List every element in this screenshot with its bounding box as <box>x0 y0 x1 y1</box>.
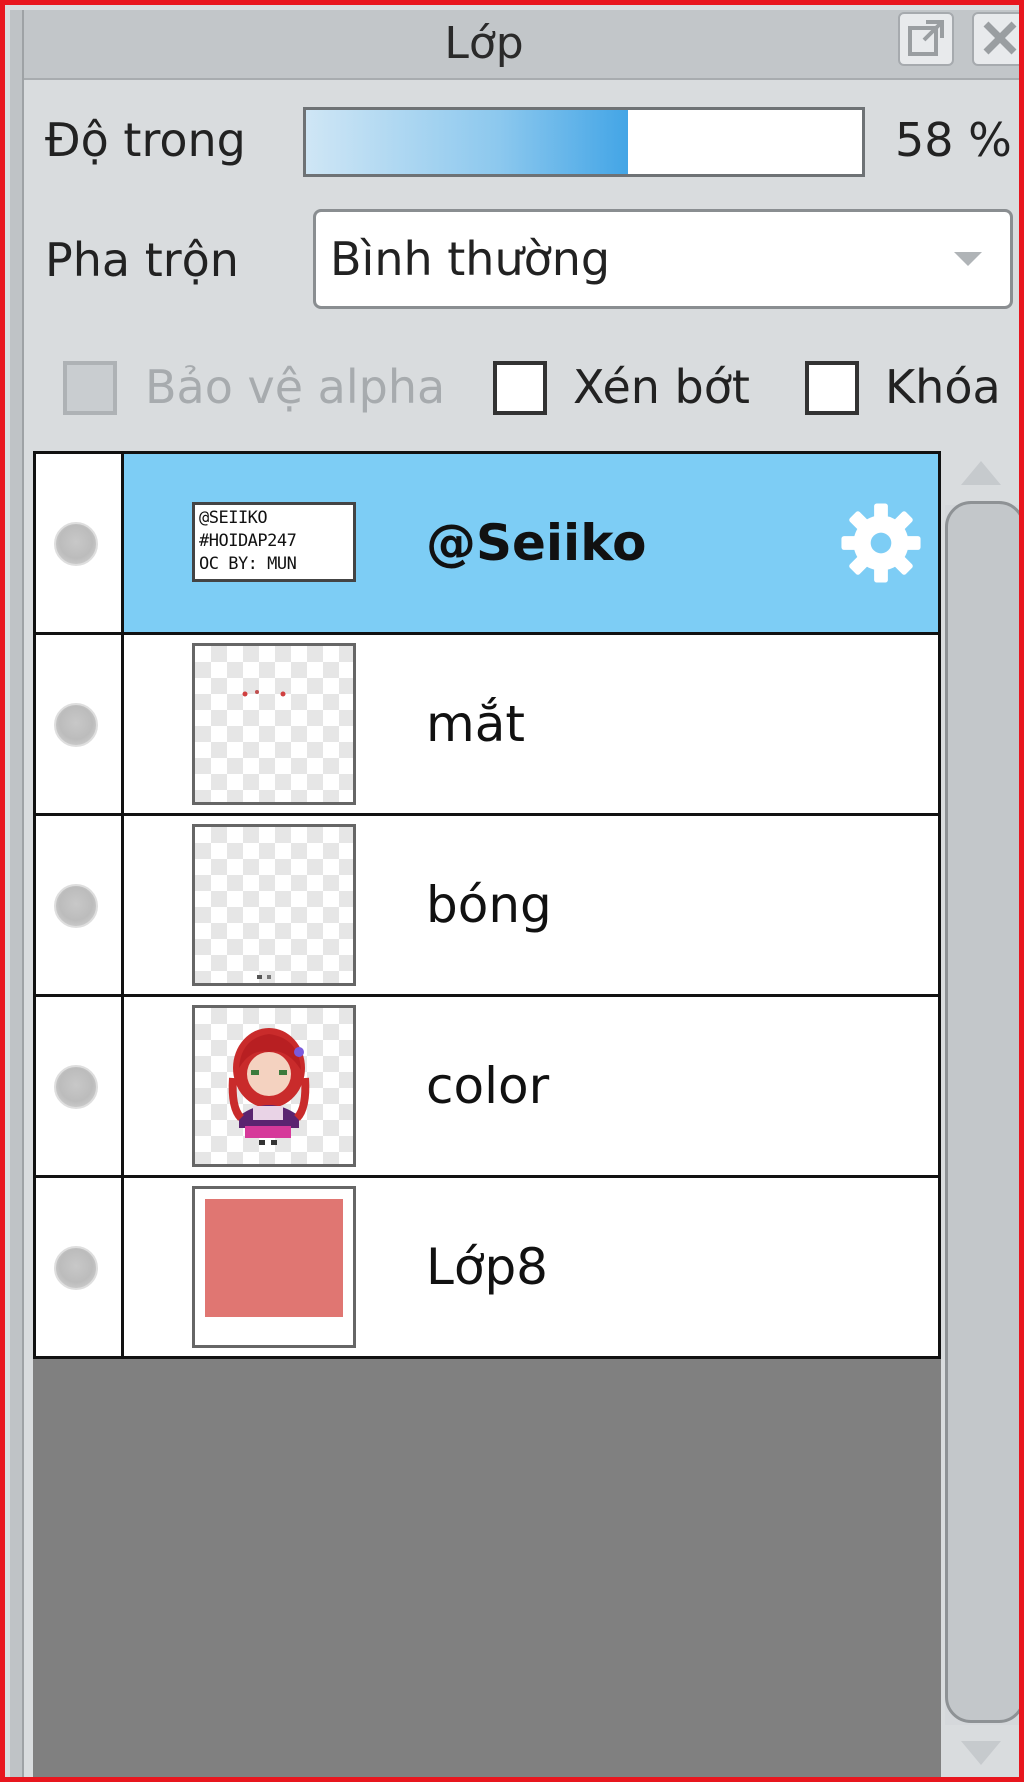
panel-titlebar[interactable]: Lớp <box>24 10 1019 80</box>
protect-alpha-label: Bảo vệ alpha <box>145 360 446 414</box>
visibility-dot-icon <box>54 522 98 566</box>
opacity-slider[interactable] <box>303 107 865 177</box>
layer-row-main[interactable]: @SEIIKO #HOIDAP247 OC BY: MUN @Seiiko <box>124 454 938 632</box>
close-icon <box>983 21 1017 55</box>
layer-thumbnail <box>192 1005 356 1167</box>
layer-thumbnail: @SEIIKO #HOIDAP247 OC BY: MUN <box>192 502 356 582</box>
visibility-toggle[interactable] <box>36 454 124 632</box>
layer-row-main[interactable]: mắt <box>124 635 938 813</box>
panel-edge <box>10 10 24 1777</box>
visibility-toggle[interactable] <box>36 816 124 994</box>
blend-mode-select[interactable]: Bình thường <box>313 209 1013 309</box>
opacity-value: 58 % <box>895 113 1012 167</box>
close-button[interactable] <box>972 12 1019 66</box>
layer-name: color <box>426 1057 550 1115</box>
layer-row-main[interactable]: bóng <box>124 816 938 994</box>
shadow-thumbnail-art <box>257 975 271 979</box>
protect-alpha-checkbox[interactable] <box>63 361 117 415</box>
lock-label: Khóa <box>885 360 1001 414</box>
layer-row[interactable]: @SEIIKO #HOIDAP247 OC BY: MUN @Seiiko <box>33 451 941 635</box>
float-window-button[interactable] <box>898 12 954 66</box>
opacity-slider-fill <box>306 110 629 174</box>
scroll-up-arrow-icon[interactable] <box>961 461 1001 485</box>
eyes-thumbnail-art <box>242 690 286 697</box>
layer-row[interactable]: Lớp8 <box>33 1175 941 1359</box>
blend-label: Pha trộn <box>45 233 239 287</box>
layer-thumbnail-text: @SEIIKO #HOIDAP247 OC BY: MUN <box>199 508 297 574</box>
scroll-down-arrow-icon[interactable] <box>961 1741 1001 1765</box>
layer-thumbnail <box>192 643 356 805</box>
visibility-dot-icon <box>54 884 98 928</box>
layer-name: mắt <box>426 695 525 753</box>
solid-fill-swatch <box>205 1199 343 1317</box>
layer-row-main[interactable]: color <box>124 997 938 1175</box>
layer-thumbnail <box>192 1186 356 1348</box>
scrollbar-thumb[interactable] <box>945 501 1019 1723</box>
gear-icon[interactable] <box>838 500 924 586</box>
opacity-label: Độ trong <box>45 113 246 167</box>
visibility-toggle[interactable] <box>36 997 124 1175</box>
layer-name: @Seiiko <box>426 514 647 572</box>
visibility-dot-icon <box>54 703 98 747</box>
visibility-toggle[interactable] <box>36 635 124 813</box>
visibility-toggle[interactable] <box>36 1178 124 1356</box>
blend-mode-value: Bình thường <box>330 232 611 286</box>
layer-panel: Lớp Độ trong 58 % Pha trộn Bình thường B… <box>0 0 1024 1782</box>
layer-name: bóng <box>426 876 552 934</box>
lock-checkbox[interactable] <box>805 361 859 415</box>
visibility-dot-icon <box>54 1246 98 1290</box>
layer-row[interactable]: color <box>33 994 941 1178</box>
layer-thumbnail <box>192 824 356 986</box>
clipping-checkbox[interactable] <box>493 361 547 415</box>
character-thumbnail-art <box>228 1028 310 1145</box>
chevron-down-icon <box>954 252 982 266</box>
layer-row-main[interactable]: Lớp8 <box>124 1178 938 1356</box>
panel-title: Lớp <box>444 18 524 69</box>
layer-row[interactable]: mắt <box>33 632 941 816</box>
layer-row[interactable]: bóng <box>33 813 941 997</box>
layer-name: Lớp8 <box>426 1238 548 1296</box>
clipping-label: Xén bớt <box>573 360 750 414</box>
layer-list[interactable]: @SEIIKO #HOIDAP247 OC BY: MUN @Seiiko mắ… <box>33 451 941 1777</box>
visibility-dot-icon <box>54 1065 98 1109</box>
float-window-icon <box>908 20 944 56</box>
